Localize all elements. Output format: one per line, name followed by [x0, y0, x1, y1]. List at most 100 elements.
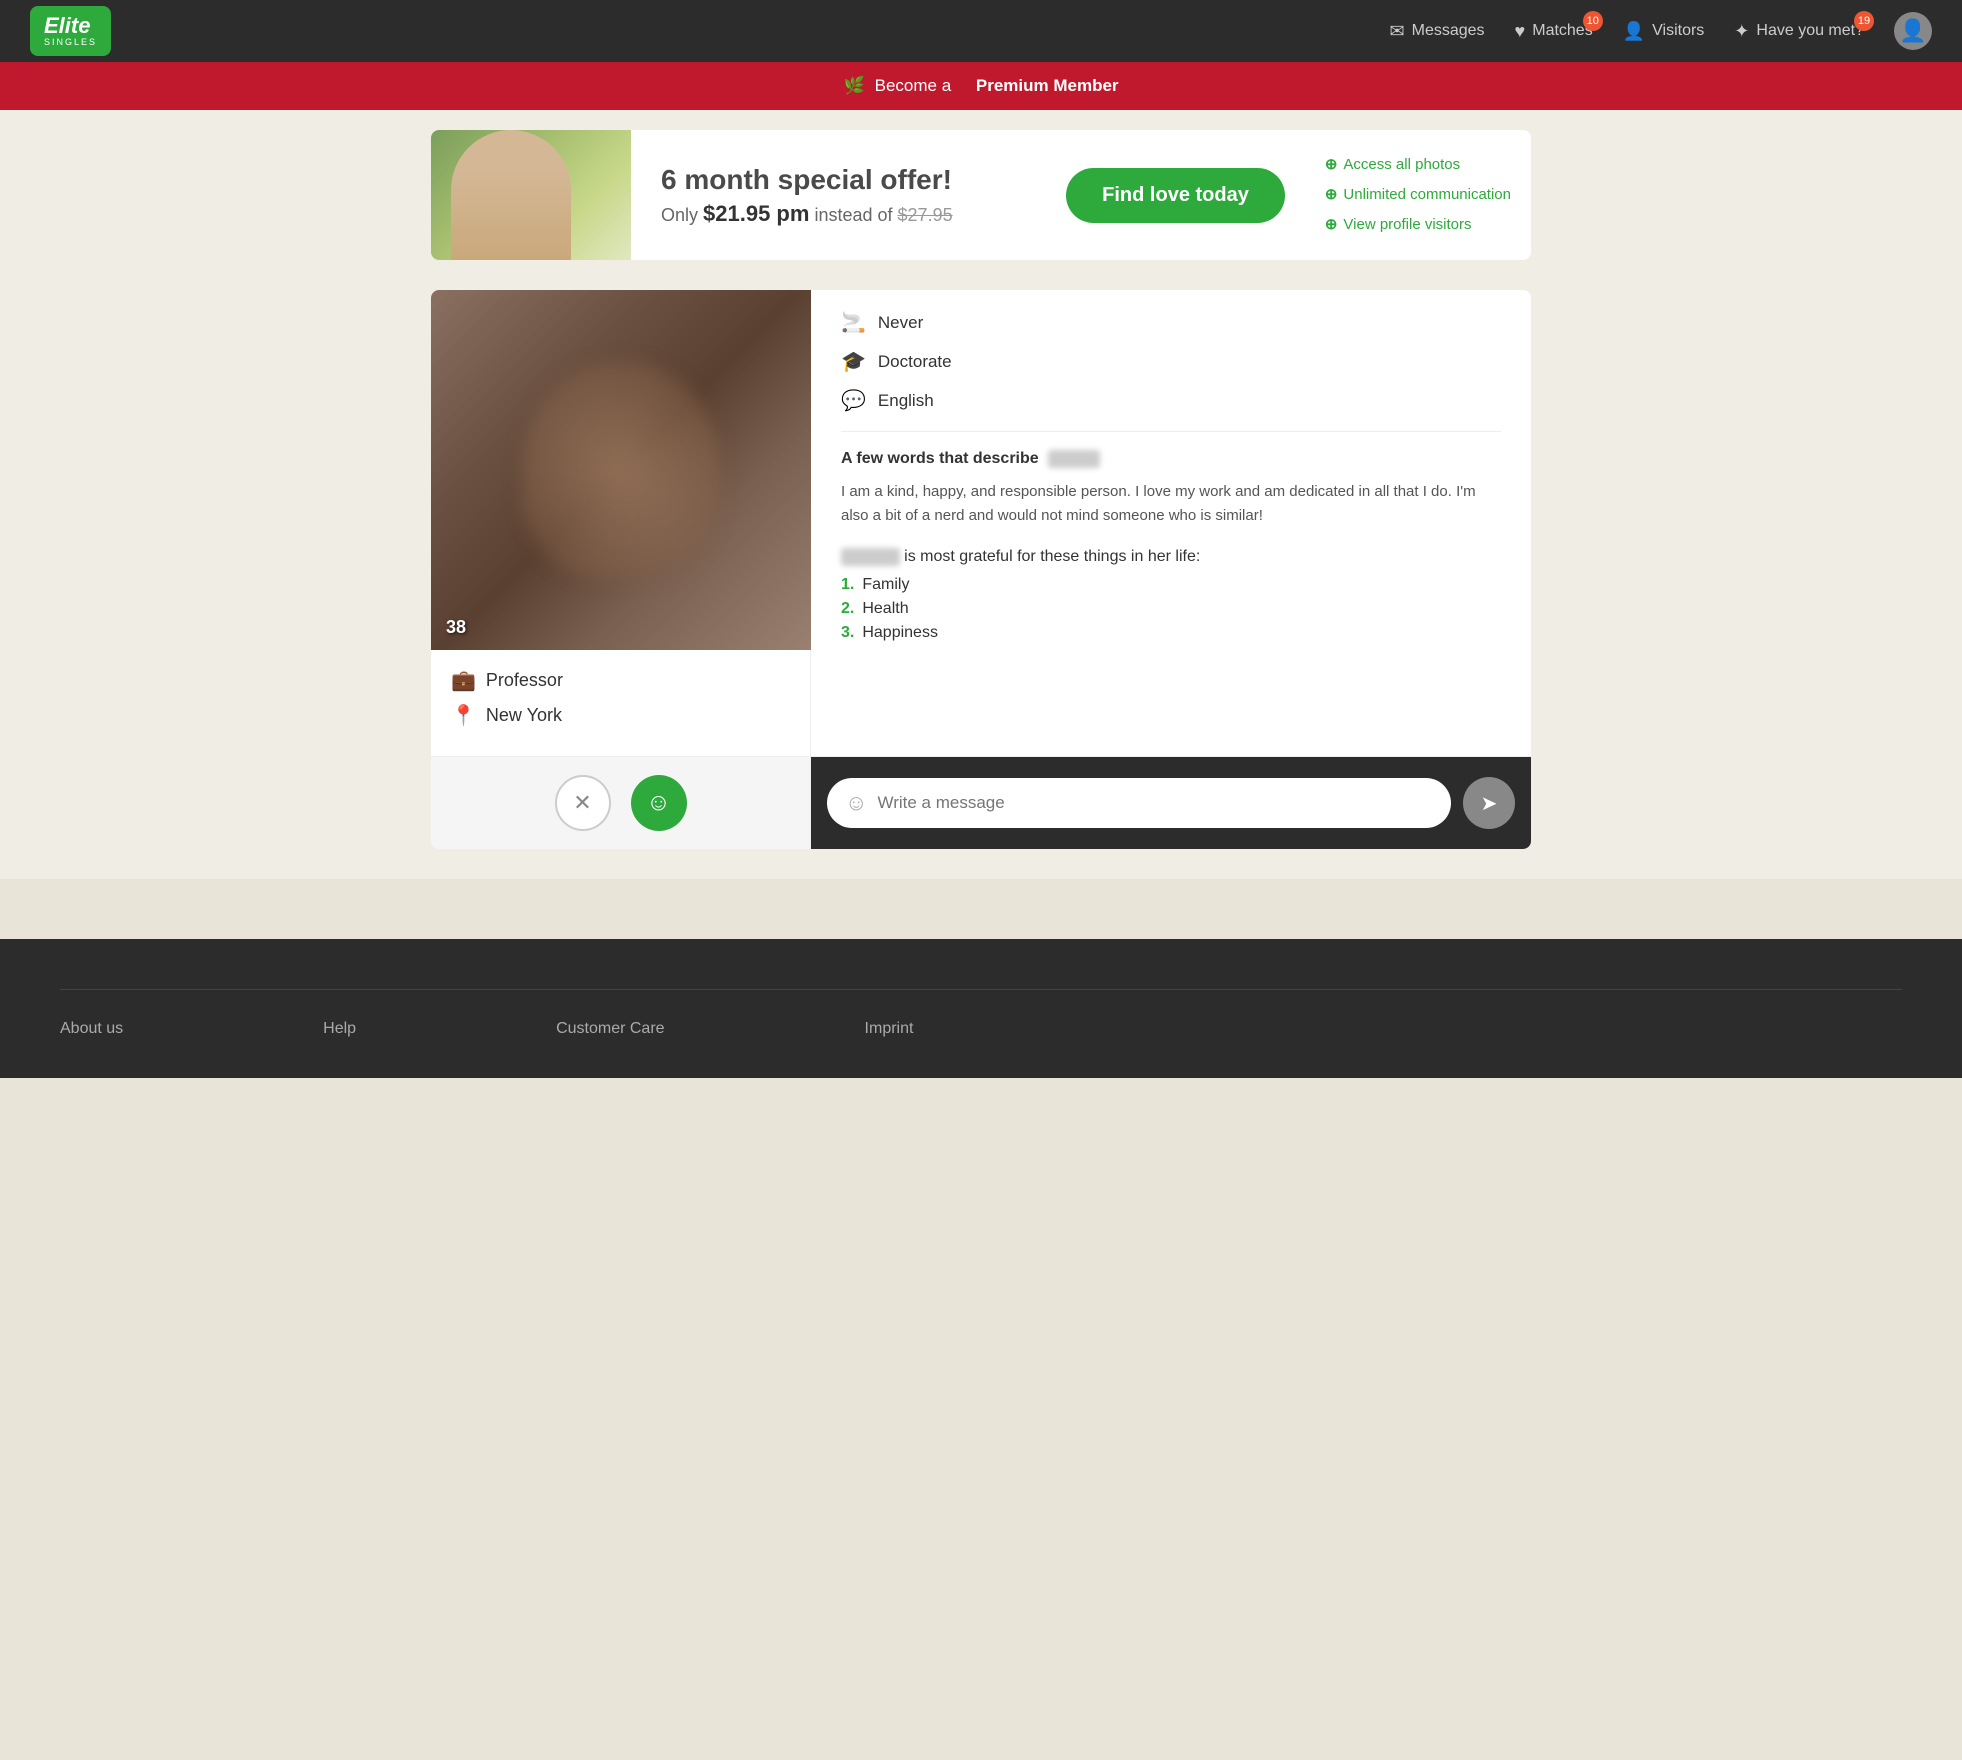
offer-feature-3-text: View profile visitors — [1343, 210, 1471, 240]
footer-customer-care[interactable]: Customer Care — [556, 1020, 664, 1038]
offer-text: 6 month special offer! Only $21.95 pm in… — [631, 144, 1046, 247]
nav-messages[interactable]: ✉ Messages — [1390, 21, 1485, 42]
divider-1 — [841, 431, 1501, 432]
footer-about[interactable]: About us — [60, 1020, 123, 1038]
messages-label: Messages — [1412, 22, 1485, 40]
profile-location: 📍 New York — [451, 703, 790, 728]
profile-right: 🚬 Never 🎓 Doctorate 💬 English A few word… — [811, 290, 1531, 756]
describe-title: A few words that describe Name — [841, 450, 1501, 468]
shuffle-icon: ✦ — [1734, 21, 1749, 42]
profile-language: 💬 English — [841, 388, 1501, 413]
grateful-num-2: 2. — [841, 600, 854, 618]
briefcase-icon: 💼 — [451, 668, 476, 693]
reject-button[interactable]: ✕ — [555, 775, 611, 831]
location-icon: 📍 — [451, 703, 476, 728]
offer-card: 6 month special offer! Only $21.95 pm in… — [431, 130, 1531, 260]
nav-visitors[interactable]: 👤 Visitors — [1623, 21, 1705, 42]
profile-info: 💼 Professor 📍 New York — [431, 650, 811, 756]
logo-sub: SINGLES — [44, 38, 97, 48]
profile-location-text: New York — [486, 705, 562, 726]
profile-education: 🎓 Doctorate — [841, 349, 1501, 374]
message-input[interactable] — [877, 793, 1433, 813]
profile-section: 38 💼 Professor 📍 New York 🚬 — [0, 280, 1962, 879]
grateful-num-3: 3. — [841, 624, 854, 642]
logo[interactable]: Elite SINGLES — [30, 6, 111, 56]
offer-person — [451, 130, 571, 260]
smoking-label: Never — [878, 313, 923, 333]
premium-prefix: Become a — [875, 76, 952, 96]
plus-icon-3: ⊕ — [1325, 210, 1338, 240]
action-bar: ✕ ☺ ☺ ➤ — [431, 756, 1531, 849]
grateful-title: Name is most grateful for these things i… — [841, 548, 1501, 566]
offer-cta-button[interactable]: Find love today — [1066, 168, 1285, 223]
blurred-face — [521, 360, 721, 580]
speech-icon: 💬 — [841, 388, 866, 413]
smiley-icon: ☺ — [845, 790, 867, 816]
logo-text: Elite — [44, 13, 90, 38]
grateful-item-2: 2. Health — [841, 600, 1501, 618]
grateful-item-1: 1. Family — [841, 576, 1501, 594]
graduation-icon: 🎓 — [841, 349, 866, 374]
footer-help[interactable]: Help — [323, 1020, 356, 1038]
nav: ✉ Messages ♥ Matches 10 👤 Visitors ✦ Hav… — [1390, 12, 1932, 50]
offer-price: Only $21.95 pm instead of $27.95 — [661, 201, 1016, 227]
education-label: Doctorate — [878, 352, 952, 372]
offer-old-price: $27.95 — [898, 205, 953, 225]
like-button[interactable]: ☺ — [631, 775, 687, 831]
profile-photo: 38 — [431, 290, 811, 650]
offer-feature-2-text: Unlimited communication — [1343, 180, 1511, 210]
footer-imprint[interactable]: Imprint — [865, 1020, 914, 1038]
action-left: ✕ ☺ — [431, 757, 811, 849]
offer-features: ⊕ Access all photos ⊕ Unlimited communic… — [1305, 140, 1531, 250]
offer-feature-1: ⊕ Access all photos — [1325, 150, 1511, 180]
offer-price-value: $21.95 pm — [703, 201, 809, 226]
matches-badge: 10 — [1583, 11, 1603, 31]
offer-feature-1-text: Access all photos — [1343, 150, 1460, 180]
offer-feature-3: ⊕ View profile visitors — [1325, 210, 1511, 240]
plus-icon-2: ⊕ — [1325, 180, 1338, 210]
premium-heart-icon: 🌿 — [843, 76, 864, 96]
grateful-title-text: is most grateful for these things in her… — [904, 548, 1200, 565]
profile-smoking: 🚬 Never — [841, 310, 1501, 335]
grateful-item-3-text: Happiness — [862, 624, 938, 642]
grateful-item-2-text: Health — [862, 600, 908, 618]
send-icon: ➤ — [1481, 791, 1498, 816]
footer: About us Help Customer Care Imprint — [0, 939, 1962, 1078]
avatar-icon: 👤 — [1899, 18, 1926, 44]
envelope-icon: ✉ — [1390, 21, 1405, 42]
action-right: ☺ ➤ — [811, 757, 1531, 849]
header: Elite SINGLES ✉ Messages ♥ Matches 10 👤 … — [0, 0, 1962, 62]
visitors-label: Visitors — [1652, 22, 1704, 40]
avatar[interactable]: 👤 — [1894, 12, 1932, 50]
message-input-wrap: ☺ — [827, 778, 1451, 828]
profile-card: 38 💼 Professor 📍 New York 🚬 — [431, 290, 1531, 849]
send-button[interactable]: ➤ — [1463, 777, 1515, 829]
haveyoumet-badge: 19 — [1854, 11, 1874, 31]
grateful-num-1: 1. — [841, 576, 854, 594]
grateful-blur-name: Name — [841, 548, 900, 566]
offer-title: 6 month special offer! — [661, 164, 1016, 196]
profile-left: 38 💼 Professor 📍 New York — [431, 290, 811, 756]
grateful-item-3: 3. Happiness — [841, 624, 1501, 642]
offer-feature-2: ⊕ Unlimited communication — [1325, 180, 1511, 210]
footer-divider — [60, 989, 1902, 990]
person-icon: 👤 — [1623, 21, 1645, 42]
profile-job: 💼 Professor — [451, 668, 790, 693]
offer-section: 6 month special offer! Only $21.95 pm in… — [0, 110, 1962, 280]
heart-icon: ♥ — [1515, 21, 1526, 42]
profile-job-text: Professor — [486, 670, 563, 691]
premium-banner[interactable]: 🌿 Become a Premium Member — [0, 62, 1962, 110]
offer-instead: instead of — [814, 205, 892, 225]
language-label: English — [878, 391, 934, 411]
smoking-icon: 🚬 — [841, 310, 866, 335]
premium-bold: Premium Member — [976, 76, 1119, 96]
grateful-item-1-text: Family — [862, 576, 909, 594]
footer-links: About us Help Customer Care Imprint — [60, 1020, 1902, 1038]
footer-spacer — [0, 879, 1962, 939]
grateful-list: 1. Family 2. Health 3. Happiness — [841, 576, 1501, 642]
nav-haveyoumet[interactable]: ✦ Have you met? 19 — [1734, 21, 1864, 42]
describe-blur-name: Name — [1048, 450, 1100, 468]
nav-matches[interactable]: ♥ Matches 10 — [1515, 21, 1593, 42]
offer-image — [431, 130, 631, 260]
profile-age: 38 — [446, 617, 466, 638]
